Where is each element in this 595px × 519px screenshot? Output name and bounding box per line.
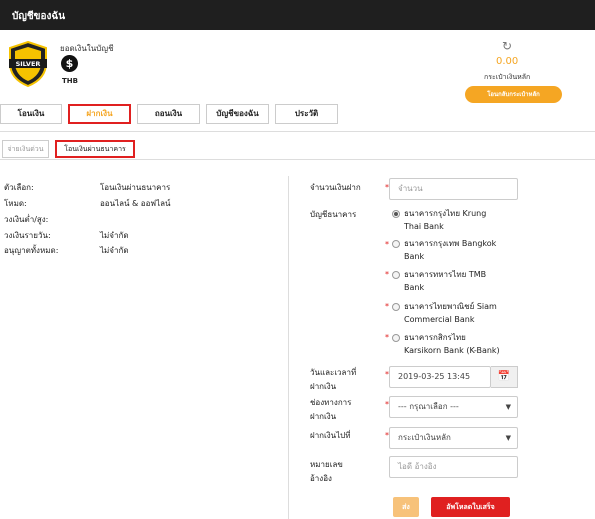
bank-radio-bangkok[interactable] [392, 240, 400, 248]
divider [0, 131, 595, 132]
amount-label: จำนวนเงินฝาก [310, 183, 361, 192]
deposit-datetime-input[interactable]: 2019-03-25 13:45 [389, 366, 491, 388]
bank-option-tmb[interactable]: ธนาคารทหารไทย TMB Bank [404, 268, 522, 294]
subtab-bank-transfer[interactable]: โอนเงินผ่านธนาคาร [55, 140, 135, 158]
refresh-icon[interactable]: ↻ [502, 40, 514, 52]
bank-radio-siam[interactable] [392, 303, 400, 311]
tab-withdraw[interactable]: ถอนเงิน [137, 104, 200, 124]
bank-option-kasikorn[interactable]: ธนาคารกสิกรไทย Karsikorn Bank (K-Bank) [404, 331, 522, 357]
info-label-mode: โหมด: [4, 199, 27, 208]
deposit-target-value: กระเป๋าเงินหลัก [398, 433, 451, 442]
deposit-channel-select[interactable]: --- กรุณาเลือก --- ▼ [389, 396, 518, 418]
info-value-option: โอนเงินผ่านธนาคาร [100, 183, 171, 192]
balance-label: ยอดเงินในบัญชี [60, 44, 114, 53]
info-value-mode: ออนไลน์ & ออฟไลน์ [100, 199, 171, 208]
info-label-total-allowed: อนุญาตทั้งหมด: [4, 246, 59, 255]
main-wallet-balance: 0.00 [496, 56, 519, 67]
upload-receipt-button[interactable]: อัพโหลดใบเสร็จ [431, 497, 510, 517]
bank-radio-krungthai[interactable] [392, 210, 400, 218]
bank-radio-kasikorn[interactable] [392, 334, 400, 342]
dollar-coin-icon: $ [61, 55, 78, 72]
deposit-target-select[interactable]: กระเป๋าเงินหลัก ▼ [389, 427, 518, 449]
column-divider [288, 176, 289, 519]
deposit-channel-value: --- กรุณาเลือก --- [398, 402, 459, 411]
chevron-down-icon: ▼ [505, 434, 511, 442]
main-wallet-label: กระเป๋าเงินหลัก [484, 73, 531, 81]
info-label-option: ตัวเลือก: [4, 183, 34, 192]
info-label-min-max: วงเงินต่ำ/สูง: [4, 215, 49, 224]
divider [0, 159, 595, 160]
bank-radio-tmb[interactable] [392, 271, 400, 279]
required-mark: * [385, 270, 389, 279]
subtab-quick-pay[interactable]: จ่ายเงินด่วน [2, 140, 49, 158]
bank-option-siam[interactable]: ธนาคารไทยพาณิชย์ Siam Commercial Bank [404, 300, 522, 326]
tab-deposit[interactable]: ฝากเงิน [68, 104, 131, 124]
svg-text:SILVER: SILVER [16, 60, 41, 68]
info-value-daily-limit: ไม่จำกัด [100, 231, 129, 240]
silver-shield-icon: SILVER [9, 41, 47, 87]
deposit-target-label: ฝากเงินไปที่ [310, 431, 351, 440]
info-value-total-allowed: ไม่จำกัด [100, 246, 129, 255]
deposit-datetime-label: วันและเวลาที่ ฝากเงิน [310, 368, 357, 391]
reference-input[interactable]: ไอดี อ้างอิง [389, 456, 518, 478]
chevron-down-icon: ▼ [505, 403, 511, 411]
required-mark: * [385, 240, 389, 249]
required-mark: * [385, 333, 389, 342]
calendar-icon[interactable]: 📅 [491, 366, 518, 388]
required-mark: * [385, 302, 389, 311]
transfer-to-main-button[interactable]: โอนกลับกระเป๋าหลัก [465, 86, 562, 103]
tab-transfer[interactable]: โอนเงิน [0, 104, 62, 124]
deposit-channel-label: ช่องทางการ ฝากเงิน [310, 398, 352, 421]
amount-input[interactable]: จำนวน [389, 178, 518, 200]
bank-option-bangkok[interactable]: ธนาคารกรุงเทพ Bangkok Bank [404, 237, 522, 263]
currency-code: THB [62, 77, 78, 85]
info-label-daily-limit: วงเงินรายวัน: [4, 231, 51, 240]
page-header: บัญชีของฉัน [0, 0, 595, 30]
bank-account-label: บัญชีธนาคาร [310, 210, 357, 219]
tab-my-account[interactable]: บัญชีของฉัน [206, 104, 269, 124]
tab-history[interactable]: ประวัติ [275, 104, 338, 124]
send-button[interactable]: ส่ง [393, 497, 419, 517]
bank-option-krungthai[interactable]: ธนาคารกรุงไทย Krung Thai Bank [404, 207, 522, 233]
reference-label: หมายเลข อ้างอิง [310, 460, 343, 483]
page-title: บัญชีของฉัน [12, 11, 66, 22]
